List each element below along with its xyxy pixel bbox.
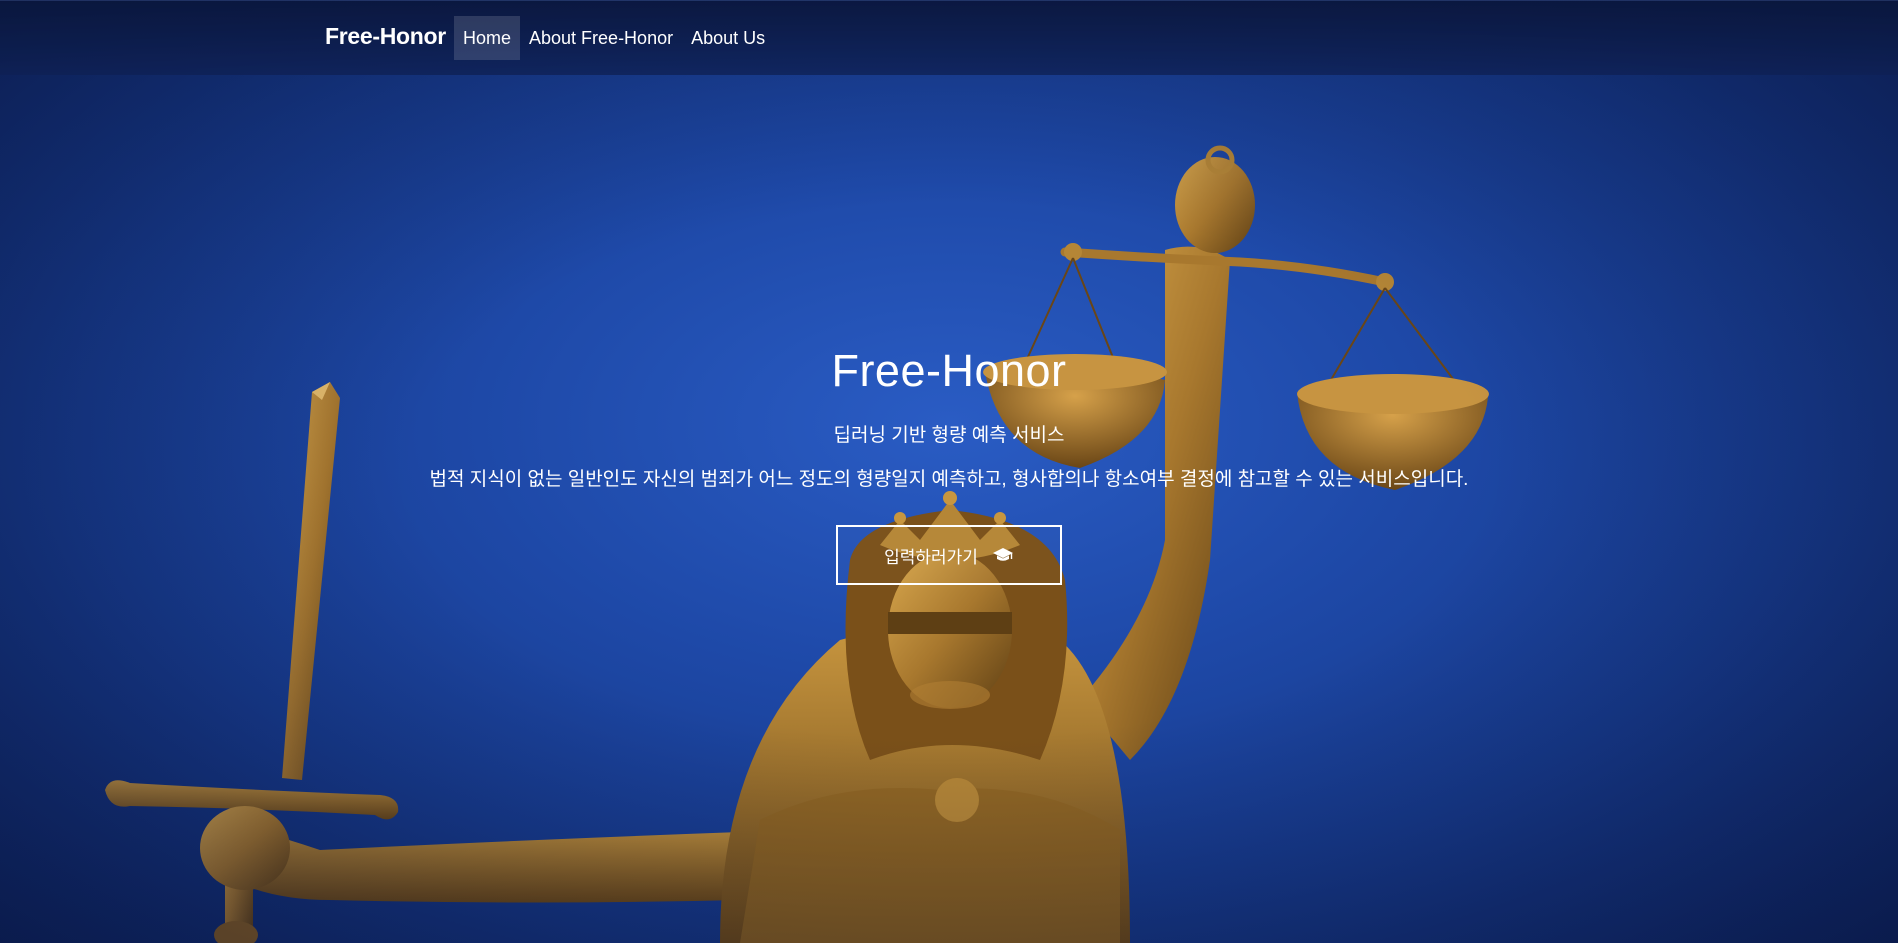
hero-section: Free-Honor Home About Free-Honor About U… — [0, 0, 1898, 943]
brand-logo-link[interactable]: Free-Honor — [325, 23, 446, 50]
go-to-input-label: 입력하러가기 — [884, 547, 978, 567]
nav-item-about-us[interactable]: About Us — [682, 16, 774, 60]
hero-description: 법적 지식이 없는 일반인도 자신의 범죄가 어느 정도의 형량일지 예측하고,… — [429, 469, 1469, 490]
nav-item-about-free-honor[interactable]: About Free-Honor — [520, 16, 682, 60]
graduation-cap-icon — [992, 547, 1014, 563]
go-to-input-button[interactable]: 입력하러가기 — [836, 525, 1062, 585]
top-navbar: Free-Honor Home About Free-Honor About U… — [0, 0, 1898, 75]
nav-menu: Home About Free-Honor About Us — [454, 16, 774, 60]
hero-content: Free-Honor 딥러닝 기반 형량 예측 서비스 법적 지식이 없는 일반… — [0, 340, 1898, 585]
hero-subtitle: 딥러닝 기반 형량 예측 서비스 — [833, 425, 1065, 446]
hero-title: Free-Honor — [831, 345, 1067, 396]
nav-item-home[interactable]: Home — [454, 16, 521, 60]
